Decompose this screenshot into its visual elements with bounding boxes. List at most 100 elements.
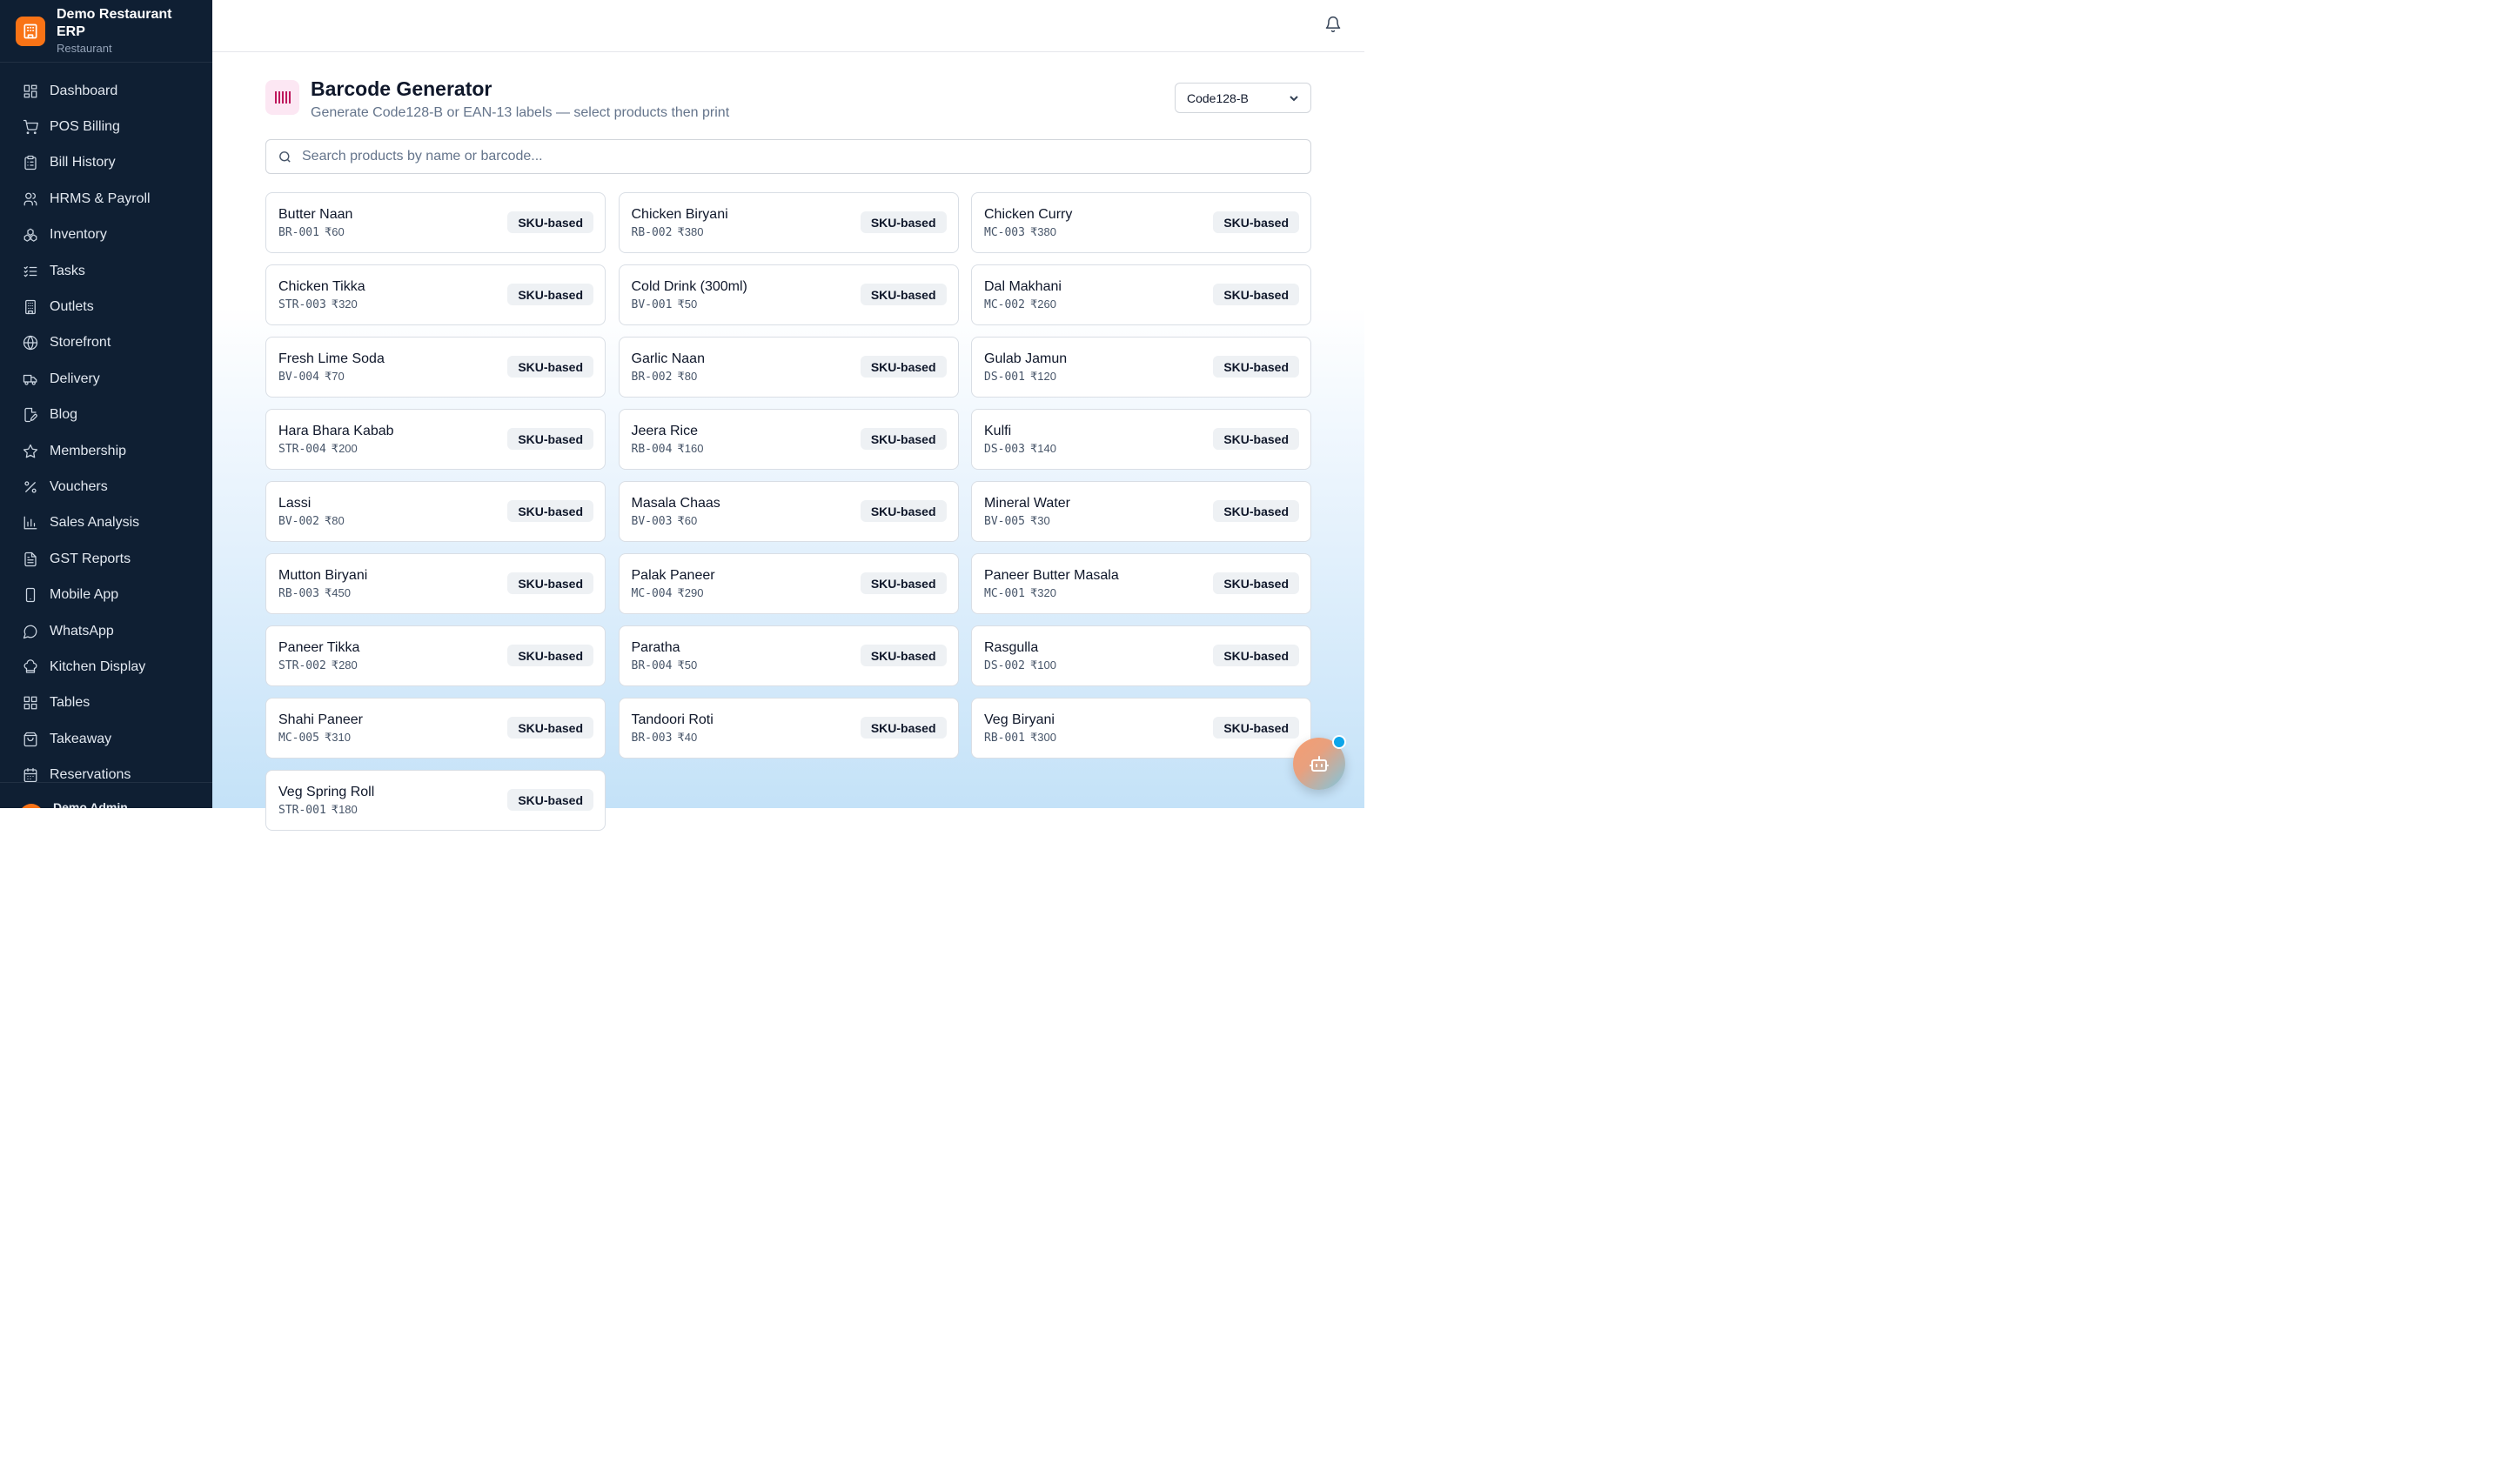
product-price: ₹300 [1029,731,1056,744]
sidebar-item-label: Takeaway [50,731,112,746]
sidebar-item-label: Delivery [50,371,100,386]
product-card[interactable]: Veg Biryani RB-001 ₹300 SKU-based [971,698,1311,759]
barcode-type-badge: SKU-based [860,211,947,233]
product-code: DS-002 [984,659,1025,672]
sidebar-item-label: Tables [50,695,90,711]
product-code: MC-002 [984,298,1025,311]
product-code: STR-003 [278,298,326,311]
sidebar-item-label: HRMS & Payroll [50,191,151,206]
shopping-bag-icon [23,732,38,747]
barcode-type-badge: SKU-based [507,789,593,811]
grid-icon [23,695,38,711]
topbar [212,0,1364,52]
barcode-type-badge: SKU-based [1213,717,1299,739]
message-circle-icon [23,624,38,639]
search-box[interactable] [265,139,1311,174]
notification-bell-icon[interactable] [1324,16,1342,33]
search-input[interactable] [302,149,1259,164]
product-price: ₹320 [1029,586,1056,599]
product-card[interactable]: Butter Naan BR-001 ₹60 SKU-based [265,192,606,253]
sidebar-item-gst-reports[interactable]: GST Reports [0,541,212,577]
product-price: ₹310 [324,731,351,744]
product-card[interactable]: Chicken Curry MC-003 ₹380 SKU-based [971,192,1311,253]
product-card[interactable]: Paneer Tikka STR-002 ₹280 SKU-based [265,625,606,686]
product-code: RB-003 [278,587,319,600]
product-card[interactable]: Garlic Naan BR-002 ₹80 SKU-based [618,337,959,398]
product-code: BV-003 [631,515,673,528]
product-card[interactable]: Veg Spring Roll STR-001 ₹180 SKU-based [265,770,606,831]
barcode-type-badge: SKU-based [1213,500,1299,522]
sidebar-item-mobile-app[interactable]: Mobile App [0,577,212,612]
barcode-format-select[interactable]: Code128-B [1175,83,1311,113]
product-card[interactable]: Kulfi DS-003 ₹140 SKU-based [971,409,1311,470]
product-code: MC-003 [984,226,1025,239]
product-price: ₹320 [331,297,358,311]
barcode-type-badge: SKU-based [860,500,947,522]
sidebar-item-hrms-payroll[interactable]: HRMS & Payroll [0,181,212,217]
product-price: ₹50 [677,658,698,672]
sidebar-item-delivery[interactable]: Delivery [0,361,212,397]
sidebar-item-inventory[interactable]: Inventory [0,217,212,253]
sidebar-item-storefront[interactable]: Storefront [0,325,212,361]
product-price: ₹30 [1029,514,1050,527]
main-content: Barcode Generator Generate Code128-B or … [212,0,1364,831]
product-card[interactable]: Chicken Biryani RB-002 ₹380 SKU-based [618,192,959,253]
sidebar-item-vouchers[interactable]: Vouchers [0,469,212,505]
sidebar-item-tables[interactable]: Tables [0,685,212,721]
barcode-type-badge: SKU-based [1213,356,1299,378]
boxes-icon [23,227,38,243]
sidebar-item-label: Reservations [50,767,131,783]
brand[interactable]: Demo Restaurant ERP Restaurant [0,0,212,63]
product-card[interactable]: Shahi Paneer MC-005 ₹310 SKU-based [265,698,606,759]
product-card[interactable]: Hara Bhara Kabab STR-004 ₹200 SKU-based [265,409,606,470]
product-card[interactable]: Dal Makhani MC-002 ₹260 SKU-based [971,264,1311,325]
product-card[interactable]: Mineral Water BV-005 ₹30 SKU-based [971,481,1311,542]
star-icon [23,444,38,459]
product-code: MC-001 [984,587,1025,600]
sidebar-item-takeaway[interactable]: Takeaway [0,721,212,757]
product-card[interactable]: Palak Paneer MC-004 ₹290 SKU-based [618,553,959,614]
assistant-status-dot [1332,735,1346,749]
product-card[interactable]: Paneer Butter Masala MC-001 ₹320 SKU-based [971,553,1311,614]
product-code: RB-004 [631,443,673,456]
barcode-type-badge: SKU-based [860,284,947,305]
user-profile[interactable]: Demo Admin [0,782,212,808]
sidebar-item-membership[interactable]: Membership [0,433,212,469]
product-card[interactable]: Tandoori Roti BR-003 ₹40 SKU-based [618,698,959,759]
sidebar-item-bill-history[interactable]: Bill History [0,145,212,181]
sidebar-item-dashboard[interactable]: Dashboard [0,73,212,109]
product-card[interactable]: Gulab Jamun DS-001 ₹120 SKU-based [971,337,1311,398]
product-card[interactable]: Mutton Biryani RB-003 ₹450 SKU-based [265,553,606,614]
percent-icon [23,479,38,495]
sidebar-item-label: Mobile App [50,587,119,603]
barcode-type-badge: SKU-based [507,572,593,594]
sidebar-item-whatsapp[interactable]: WhatsApp [0,613,212,649]
product-card[interactable]: Jeera Rice RB-004 ₹160 SKU-based [618,409,959,470]
sidebar-item-blog[interactable]: Blog [0,398,212,433]
sidebar-item-label: Vouchers [50,478,108,494]
product-card[interactable]: Cold Drink (300ml) BV-001 ₹50 SKU-based [618,264,959,325]
product-price: ₹200 [331,442,358,455]
sidebar-item-outlets[interactable]: Outlets [0,289,212,324]
product-card[interactable]: Masala Chaas BV-003 ₹60 SKU-based [618,481,959,542]
file-edit-icon [23,407,38,423]
barcode-type-badge: SKU-based [507,211,593,233]
product-card[interactable]: Fresh Lime Soda BV-004 ₹70 SKU-based [265,337,606,398]
product-card[interactable]: Paratha BR-004 ₹50 SKU-based [618,625,959,686]
sidebar-item-label: Storefront [50,335,111,351]
product-card[interactable]: Rasgulla DS-002 ₹100 SKU-based [971,625,1311,686]
product-card[interactable]: Chicken Tikka STR-003 ₹320 SKU-based [265,264,606,325]
barcode-type-badge: SKU-based [1213,645,1299,666]
sidebar-item-sales-analysis[interactable]: Sales Analysis [0,505,212,541]
sidebar-item-kitchen-display[interactable]: Kitchen Display [0,649,212,685]
chef-hat-icon [23,659,38,675]
sidebar-item-tasks[interactable]: Tasks [0,253,212,289]
barcode-type-badge: SKU-based [1213,428,1299,450]
sidebar-item-pos-billing[interactable]: POS Billing [0,109,212,144]
barcode-type-badge: SKU-based [1213,211,1299,233]
product-card[interactable]: Lassi BV-002 ₹80 SKU-based [265,481,606,542]
product-price: ₹380 [1029,225,1056,238]
product-price: ₹290 [677,586,704,599]
sidebar-item-label: Outlets [50,299,94,315]
product-code: BV-005 [984,515,1025,528]
